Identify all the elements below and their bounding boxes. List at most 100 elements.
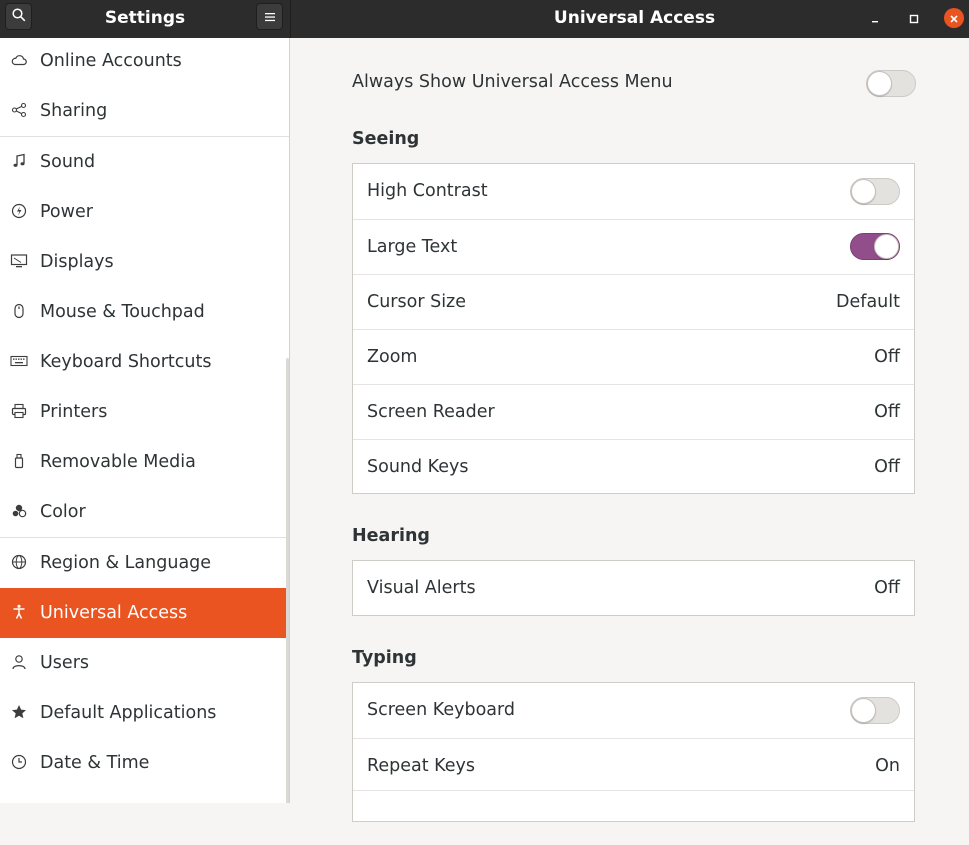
screen-reader-row[interactable]: Screen Reader Off — [353, 384, 914, 439]
menu-button[interactable] — [256, 3, 283, 30]
section-heading-typing: Typing — [352, 648, 417, 668]
settings-title: Settings — [104, 8, 186, 28]
high-contrast-switch[interactable] — [850, 178, 900, 205]
zoom-row[interactable]: Zoom Off — [353, 329, 914, 384]
main-panel: Always Show Universal Access Menu Seeing… — [291, 38, 969, 822]
minimize-button[interactable] — [865, 8, 885, 28]
hearing-list: Visual Alerts Off — [352, 560, 915, 616]
accessibility-icon — [10, 603, 28, 621]
music-note-icon — [10, 152, 28, 170]
sidebar-item-printers[interactable]: Printers — [0, 387, 289, 437]
maximize-icon — [909, 9, 919, 28]
switch-knob — [874, 234, 899, 259]
sound-keys-value: Off — [874, 457, 900, 477]
always-show-menu-label: Always Show Universal Access Menu — [352, 72, 673, 92]
visual-alerts-label: Visual Alerts — [367, 578, 476, 598]
switch-knob — [851, 698, 876, 723]
screen-keyboard-label: Screen Keyboard — [367, 700, 515, 720]
sidebar-item-label: Mouse & Touchpad — [40, 302, 205, 322]
screen-reader-label: Screen Reader — [367, 402, 495, 422]
printer-icon — [10, 402, 28, 420]
sidebar: Online Accounts Sharing Sound Power Disp… — [0, 38, 290, 803]
color-circles-icon — [10, 502, 28, 520]
zoom-label: Zoom — [367, 347, 418, 367]
sidebar-scrollbar[interactable] — [286, 358, 289, 803]
visual-alerts-value: Off — [874, 578, 900, 598]
power-icon — [10, 202, 28, 220]
sidebar-item-keyboard-shortcuts[interactable]: Keyboard Shortcuts — [0, 337, 289, 387]
always-show-menu-switch[interactable] — [866, 70, 916, 97]
high-contrast-row[interactable]: High Contrast — [353, 164, 914, 219]
sidebar-item-sound[interactable]: Sound — [0, 137, 289, 187]
sidebar-item-color[interactable]: Color — [0, 487, 289, 537]
screen-keyboard-switch[interactable] — [850, 697, 900, 724]
display-icon — [10, 252, 28, 270]
zoom-value: Off — [874, 347, 900, 367]
usb-drive-icon — [10, 452, 28, 470]
sidebar-item-label: Users — [40, 653, 90, 673]
section-heading-hearing: Hearing — [352, 526, 430, 546]
screen-keyboard-row[interactable]: Screen Keyboard — [353, 683, 914, 738]
sidebar-item-online-accounts[interactable]: Online Accounts — [0, 38, 289, 86]
repeat-keys-value: On — [875, 756, 900, 776]
large-text-switch[interactable] — [850, 233, 900, 260]
close-icon — [949, 9, 959, 28]
visual-alerts-row[interactable]: Visual Alerts Off — [353, 561, 914, 616]
typing-list: Screen Keyboard Repeat Keys On — [352, 682, 915, 822]
sidebar-item-label: Online Accounts — [40, 51, 182, 71]
sidebar-item-label: Removable Media — [40, 452, 196, 472]
sidebar-header: Settings — [0, 0, 290, 38]
repeat-keys-label: Repeat Keys — [367, 756, 476, 776]
maximize-button[interactable] — [904, 8, 924, 28]
seeing-list: High Contrast Large Text Cursor Size Def… — [352, 163, 915, 494]
sidebar-item-label: Power — [40, 202, 93, 222]
sidebar-item-label: Keyboard Shortcuts — [40, 352, 212, 372]
section-heading-seeing: Seeing — [352, 129, 420, 149]
sound-keys-row[interactable]: Sound Keys Off — [353, 439, 914, 494]
globe-icon — [10, 553, 28, 571]
always-show-menu-row: Always Show Universal Access Menu — [352, 68, 916, 100]
large-text-label: Large Text — [367, 237, 458, 257]
sidebar-item-default-applications[interactable]: Default Applications — [0, 688, 289, 738]
user-icon — [10, 653, 28, 671]
sidebar-item-users[interactable]: Users — [0, 638, 289, 688]
sidebar-item-label: Date & Time — [40, 753, 150, 773]
mouse-icon — [10, 302, 28, 320]
sidebar-item-label: Region & Language — [40, 553, 212, 573]
header-bar: Settings Universal Access — [0, 0, 969, 38]
cursor-size-label: Cursor Size — [367, 292, 467, 312]
minimize-icon — [870, 9, 880, 28]
screen-reader-value: Off — [874, 402, 900, 422]
sidebar-item-universal-access[interactable]: Universal Access — [0, 588, 289, 638]
sidebar-item-mouse-touchpad[interactable]: Mouse & Touchpad — [0, 287, 289, 337]
cloud-icon — [10, 51, 28, 69]
sidebar-item-removable-media[interactable]: Removable Media — [0, 437, 289, 487]
sidebar-item-label: Default Applications — [40, 703, 217, 723]
cursor-size-row[interactable]: Cursor Size Default — [353, 274, 914, 329]
sidebar-item-label: Printers — [40, 402, 108, 422]
keyboard-icon — [10, 352, 28, 370]
switch-knob — [851, 179, 876, 204]
clock-icon — [10, 753, 28, 771]
switch-knob — [867, 71, 892, 96]
star-icon — [10, 703, 28, 721]
sidebar-item-power[interactable]: Power — [0, 187, 289, 237]
sidebar-item-label: Universal Access — [40, 603, 188, 623]
close-button[interactable] — [944, 8, 964, 28]
sidebar-item-label: Color — [40, 502, 86, 522]
sidebar-item-label: Sound — [40, 152, 96, 172]
high-contrast-label: High Contrast — [367, 181, 488, 201]
sidebar-item-label: Displays — [40, 252, 114, 272]
sound-keys-label: Sound Keys — [367, 457, 469, 477]
repeat-keys-row[interactable]: Repeat Keys On — [353, 738, 914, 790]
sidebar-item-label: Sharing — [40, 101, 108, 121]
cursor-size-value: Default — [836, 292, 900, 312]
share-icon — [10, 101, 28, 119]
next-typing-row[interactable] — [353, 790, 914, 845]
hamburger-menu-icon — [264, 7, 276, 26]
sidebar-item-sharing[interactable]: Sharing — [0, 86, 289, 136]
sidebar-item-region-language[interactable]: Region & Language — [0, 538, 289, 588]
sidebar-item-displays[interactable]: Displays — [0, 237, 289, 287]
large-text-row[interactable]: Large Text — [353, 219, 914, 274]
sidebar-item-date-time[interactable]: Date & Time — [0, 738, 289, 788]
